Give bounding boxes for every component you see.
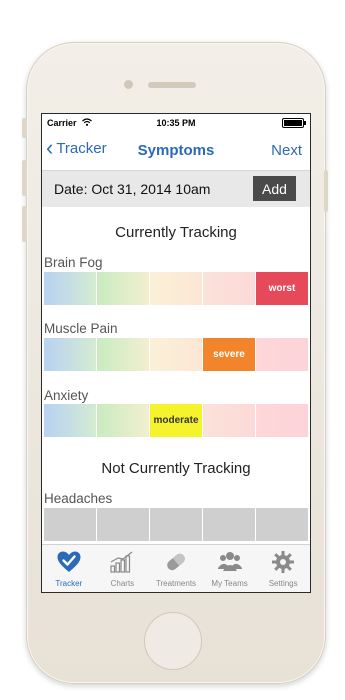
severity-option-selected[interactable]: worst: [256, 272, 308, 305]
tab-label: Treatments: [155, 579, 197, 588]
severity-scale-anxiety: moderate: [44, 404, 308, 437]
symptom-label-brain-fog: Brain Fog: [44, 255, 103, 270]
date-bar[interactable]: Date: Oct 31, 2014 10am Add: [42, 171, 310, 207]
severity-option[interactable]: [256, 404, 308, 437]
severity-option[interactable]: [150, 272, 202, 305]
symptom-label-muscle-pain: Muscle Pain: [44, 321, 118, 336]
earpiece-speaker: [148, 82, 196, 88]
severity-option[interactable]: [97, 404, 149, 437]
severity-option[interactable]: [44, 404, 96, 437]
severity-scale-brain-fog: worst: [44, 272, 308, 305]
tab-label: Charts: [110, 579, 135, 588]
status-bar: Carrier 10:35 PM: [42, 114, 310, 130]
tab-label: My Teams: [211, 579, 248, 588]
volume-down-button: [22, 206, 27, 242]
bar-chart-icon: [110, 551, 133, 573]
mute-switch: [22, 118, 27, 138]
app-screen: Carrier 10:35 PM ‹ Tracker Symptoms Next…: [41, 113, 311, 593]
battery-icon: [282, 118, 306, 128]
power-button: [324, 170, 328, 212]
severity-option-selected[interactable]: severe: [203, 338, 255, 371]
severity-scale-muscle-pain: severe: [44, 338, 308, 371]
heart-check-icon: [57, 551, 81, 572]
tab-label: Tracker: [55, 579, 83, 588]
severity-scale-headaches: [44, 508, 308, 541]
severity-option[interactable]: [44, 338, 96, 371]
severity-option[interactable]: [97, 508, 149, 541]
add-button[interactable]: Add: [253, 176, 296, 201]
next-button[interactable]: Next: [271, 142, 302, 159]
severity-option[interactable]: [97, 272, 149, 305]
severity-option[interactable]: [203, 404, 255, 437]
symptom-label-anxiety: Anxiety: [44, 388, 89, 403]
home-button[interactable]: [144, 612, 202, 670]
tab-treatments[interactable]: Treatments: [149, 545, 203, 592]
severity-option-selected[interactable]: moderate: [150, 404, 202, 437]
navigation-bar: ‹ Tracker Symptoms Next: [42, 130, 310, 171]
severity-option[interactable]: [256, 508, 308, 541]
volume-up-button: [22, 160, 27, 196]
gear-icon: [272, 551, 295, 573]
pill-icon: [167, 553, 185, 571]
severity-option[interactable]: [97, 338, 149, 371]
page-title: Symptoms: [137, 142, 215, 159]
severity-option[interactable]: [256, 338, 308, 371]
severity-option[interactable]: [44, 272, 96, 305]
severity-option[interactable]: [44, 508, 96, 541]
tab-label: Settings: [268, 579, 298, 588]
team-icon: [217, 552, 242, 571]
front-camera: [124, 80, 133, 89]
not-tracking-heading: Not Currently Tracking: [101, 460, 251, 477]
severity-option[interactable]: [203, 508, 255, 541]
symptom-label-headaches: Headaches: [44, 491, 113, 506]
severity-option[interactable]: [150, 338, 202, 371]
clock-time: 10:35 PM: [156, 118, 196, 128]
currently-tracking-heading: Currently Tracking: [115, 224, 237, 241]
severity-option[interactable]: [150, 508, 202, 541]
date-label[interactable]: Date: Oct 31, 2014 10am: [54, 181, 210, 197]
tab-bar: Tracker Charts Treatments My Teams Setti…: [42, 544, 310, 592]
tab-tracker[interactable]: Tracker: [42, 545, 96, 592]
tab-charts[interactable]: Charts: [96, 545, 150, 592]
tab-settings[interactable]: Settings: [256, 545, 310, 592]
severity-option[interactable]: [203, 272, 255, 305]
tab-my-teams[interactable]: My Teams: [203, 545, 257, 592]
